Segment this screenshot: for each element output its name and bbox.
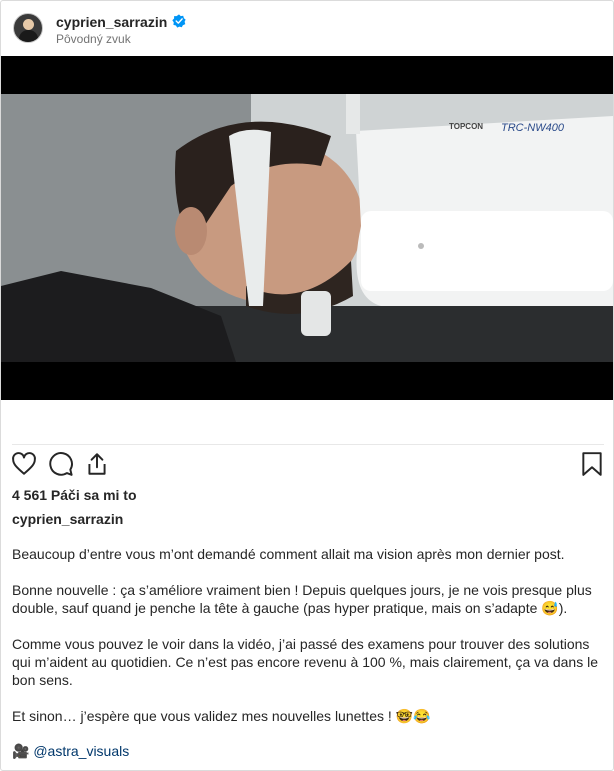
post-header: cyprien_sarrazin Pôvodný zvuk bbox=[1, 1, 613, 55]
device-model-text: TRC-NW400 bbox=[501, 122, 565, 134]
username-link[interactable]: cyprien_sarrazin bbox=[56, 14, 167, 30]
caption-paragraph: Comme vous pouvez le voir dans la vidéo,… bbox=[12, 636, 599, 688]
avatar[interactable] bbox=[13, 13, 43, 43]
share-icon[interactable] bbox=[84, 451, 110, 477]
post-caption: Beaucoup d’entre vous m’ont demandé comm… bbox=[12, 545, 604, 743]
audio-label[interactable]: Pôvodný zvuk bbox=[56, 32, 131, 46]
credit-line: 🎥 @astra_visuals bbox=[12, 743, 129, 760]
credit-handle-link[interactable]: @astra_visuals bbox=[33, 743, 129, 759]
caption-paragraph: Et sinon… j’espère que vous validez mes … bbox=[12, 708, 431, 724]
heart-icon[interactable] bbox=[11, 451, 37, 477]
verified-badge-icon bbox=[172, 14, 186, 28]
video-player[interactable]: TOPCON TRC-NW400 bbox=[1, 56, 613, 400]
instagram-post-card: cyprien_sarrazin Pôvodný zvuk TOPCON TRC… bbox=[0, 0, 614, 771]
device-brand-text: TOPCON bbox=[449, 122, 483, 131]
action-bar bbox=[1, 451, 613, 481]
caption-paragraph: Bonne nouvelle : ça s’améliore vraiment … bbox=[12, 582, 592, 616]
camera-emoji: 🎥 bbox=[12, 743, 30, 759]
likes-count[interactable]: 4 561 Páči sa mi to bbox=[12, 487, 137, 503]
caption-paragraph: Beaucoup d’entre vous m’ont demandé comm… bbox=[12, 546, 565, 562]
comment-icon[interactable] bbox=[48, 451, 74, 477]
caption-username-link[interactable]: cyprien_sarrazin bbox=[12, 511, 123, 527]
divider bbox=[12, 444, 604, 445]
bookmark-icon[interactable] bbox=[580, 451, 604, 477]
video-frame: TOPCON TRC-NW400 bbox=[1, 56, 613, 400]
